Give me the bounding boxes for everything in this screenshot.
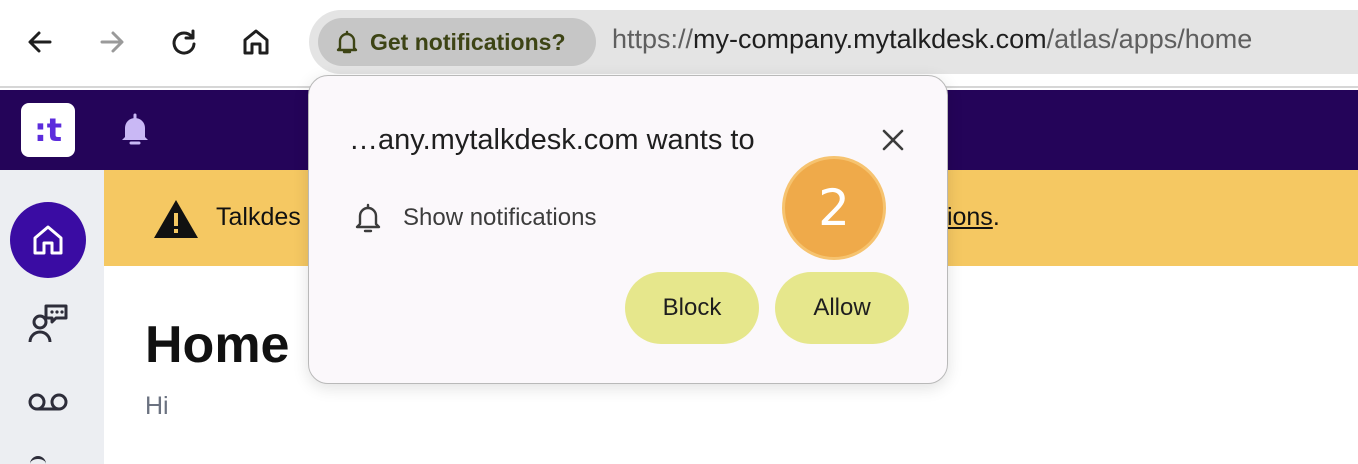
notification-chip-label: Get notifications?	[370, 28, 566, 55]
sidebar-item-home[interactable]	[10, 202, 86, 278]
home-icon	[33, 225, 63, 255]
sidebar-item-voicemail[interactable]	[22, 376, 74, 428]
banner-link-area: tions.	[940, 203, 1000, 232]
back-arrow-icon	[28, 31, 52, 53]
page-subtitle: Hi	[145, 392, 169, 420]
url-path: /atlas/apps/home	[1046, 24, 1253, 54]
logo-text: :t	[33, 111, 63, 149]
sidebar-item-conversations[interactable]	[22, 296, 74, 348]
banner-message: Talkdes	[216, 203, 301, 231]
permission-label: Show notifications	[403, 204, 597, 231]
popup-title: …any.mytalkdesk.com wants to	[349, 124, 755, 156]
url-text[interactable]: https://my-company.mytalkdesk.com/atlas/…	[612, 24, 1252, 55]
reload-button[interactable]	[162, 20, 206, 64]
agent-chat-icon	[28, 304, 68, 343]
talkdesk-logo[interactable]: :t	[21, 103, 75, 157]
bell-icon	[355, 203, 381, 233]
header-notifications-button[interactable]	[118, 112, 152, 153]
forward-button[interactable]	[90, 20, 134, 64]
back-button[interactable]	[18, 20, 62, 64]
block-button[interactable]: Block	[625, 272, 759, 344]
notification-permission-chip[interactable]: Get notifications?	[318, 18, 596, 66]
url-host: my-company.mytalkdesk.com	[693, 24, 1047, 54]
warning-triangle-icon	[154, 200, 198, 238]
url-scheme: https://	[612, 24, 694, 54]
popup-close-button[interactable]	[873, 120, 913, 160]
voicemail-icon	[28, 393, 68, 411]
reload-icon	[172, 29, 196, 55]
bell-icon	[336, 30, 358, 54]
banner-punct: .	[992, 203, 1000, 231]
permission-row: Show notifications	[353, 202, 596, 234]
page-title: Home	[145, 316, 290, 374]
forward-arrow-icon	[100, 31, 124, 53]
step-number-badge: 2	[782, 156, 886, 260]
browser-home-button[interactable]	[234, 20, 278, 64]
allow-button[interactable]: Allow	[775, 272, 909, 344]
close-icon	[882, 129, 904, 151]
bell-icon	[122, 113, 148, 145]
home-icon	[243, 29, 269, 55]
